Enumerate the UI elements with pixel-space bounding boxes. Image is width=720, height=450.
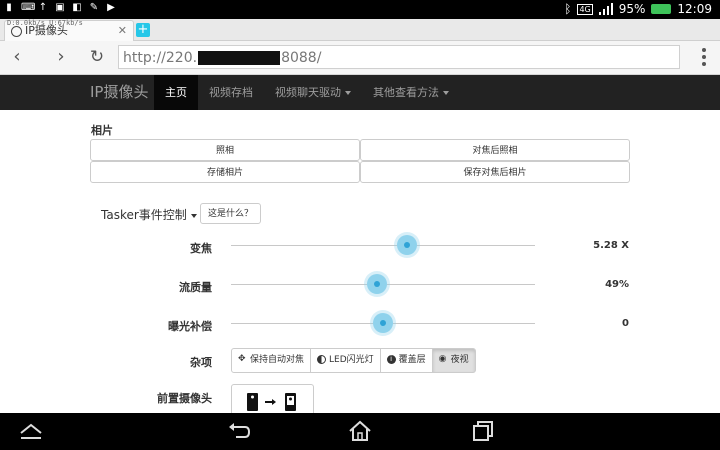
nav-video-chat-driver[interactable]: 视频聊天驱动: [264, 75, 362, 110]
cast-icon: ✎: [89, 2, 99, 13]
back-button[interactable]: ‹: [6, 46, 28, 68]
tab-strip: D:0.0kb/s U:67kb/s IP摄像头 ✕ +: [0, 19, 720, 41]
notification-icon: ▮: [6, 2, 12, 13]
overflow-menu-icon[interactable]: [702, 48, 706, 69]
photo-heading: 相片: [91, 124, 113, 137]
led-flash-button[interactable]: LED闪光灯: [310, 348, 381, 373]
nav-video-archive[interactable]: 视频存档: [198, 75, 264, 110]
clock: 12:09: [677, 2, 712, 16]
notification-icons: ▮ ⌨ ↑ ▣ ◧ ✎ ▶: [4, 2, 116, 14]
exposure-value: 0: [622, 318, 629, 329]
battery-percent: 95%: [618, 2, 646, 16]
overlay-button[interactable]: i 覆盖层: [379, 348, 433, 373]
nav-other-view-methods[interactable]: 其他查看方法: [362, 75, 460, 110]
back-icon[interactable]: [226, 419, 252, 443]
exposure-label: 曝光补偿: [168, 320, 212, 333]
forward-button[interactable]: ›: [50, 46, 72, 68]
play-store-icon: ▶: [107, 2, 115, 13]
browser-toolbar: ‹ › ↻ http://220. 8088/: [0, 41, 720, 75]
misc-label: 杂项: [190, 356, 212, 369]
site-navbar: IP摄像头 主页 视频存档 视频聊天驱动 其他查看方法: [0, 75, 720, 110]
image-icon: ▣: [55, 2, 65, 13]
browser-tab[interactable]: D:0.0kb/s U:67kb/s IP摄像头 ✕: [4, 19, 134, 41]
what-is-this-button[interactable]: 这是什么？: [200, 203, 261, 224]
exposure-slider[interactable]: [231, 313, 535, 333]
stream-quality-slider-handle[interactable]: [366, 274, 387, 294]
night-vision-button[interactable]: ◉ 夜视: [431, 348, 476, 373]
tasker-dropdown[interactable]: Tasker事件控制: [101, 206, 197, 223]
signal-icon: [598, 3, 613, 15]
tab-title: IP摄像头: [25, 24, 68, 37]
stream-quality-value: 49%: [605, 279, 629, 290]
nav-home[interactable]: 主页: [154, 75, 198, 110]
system-nav-bar: [0, 413, 720, 450]
brand-link[interactable]: IP摄像头: [90, 75, 148, 110]
move-icon: ✥: [238, 354, 246, 364]
zoom-slider[interactable]: [231, 235, 535, 255]
main-content: 相片 照相 对焦后照相 存储相片 保存对焦后相片 Tasker事件控制 这是什么…: [0, 110, 720, 413]
focus-then-photo-button[interactable]: 对焦后照相: [360, 139, 630, 161]
eye-icon: ◉: [438, 354, 447, 364]
info-icon: i: [386, 355, 396, 364]
status-bar: ▮ ⌨ ↑ ▣ ◧ ✎ ▶ ᛒ 4G 95% 12:09: [0, 0, 720, 19]
front-camera-toggle[interactable]: [231, 384, 314, 413]
save-focused-photo-button[interactable]: 保存对焦后相片: [360, 161, 630, 183]
stream-quality-label: 流质量: [179, 281, 212, 294]
zoom-slider-handle[interactable]: [397, 235, 418, 255]
switch-camera-icon: [247, 393, 296, 411]
caret-down-icon: [443, 91, 449, 95]
save-photo-button[interactable]: 存储相片: [90, 161, 360, 183]
misc-button-group: ✥ 保持自动对焦 LED闪光灯 i 覆盖层 ◉ 夜视: [231, 348, 476, 373]
nav-menu: 主页 视频存档 视频聊天驱动 其他查看方法: [154, 75, 460, 110]
home-icon[interactable]: [347, 419, 373, 443]
reload-button[interactable]: ↻: [86, 46, 108, 68]
redacted-block: [198, 51, 281, 65]
battery-icon: [651, 4, 672, 14]
exposure-slider-handle[interactable]: [373, 313, 393, 333]
close-tab-icon[interactable]: ✕: [118, 21, 127, 41]
network-type: 4G: [577, 3, 593, 15]
caret-down-icon: [345, 91, 351, 95]
caret-down-icon: [190, 213, 197, 218]
new-tab-button[interactable]: +: [136, 23, 150, 37]
take-photo-button[interactable]: 照相: [90, 139, 360, 161]
bluetooth-icon: ᛒ: [564, 2, 572, 16]
stream-quality-slider[interactable]: [231, 274, 535, 294]
keyboard-icon: ⌨: [21, 2, 36, 13]
upload-icon: ↑: [38, 2, 48, 13]
recent-apps-icon[interactable]: [470, 419, 496, 443]
keep-autofocus-button[interactable]: ✥ 保持自动对焦: [231, 348, 312, 373]
zoom-label: 变焦: [190, 242, 212, 255]
zoom-value: 5.28 X: [593, 240, 629, 251]
favicon-icon: [11, 26, 22, 37]
url-field[interactable]: http://220. 8088/: [118, 45, 680, 69]
collapse-icon[interactable]: [18, 419, 44, 443]
app-icon: ◧: [72, 2, 82, 13]
contrast-icon: [317, 355, 327, 364]
url-prefix: http://220.: [123, 50, 198, 66]
url-suffix: 8088/: [281, 50, 322, 66]
front-camera-label: 前置摄像头: [157, 392, 212, 405]
